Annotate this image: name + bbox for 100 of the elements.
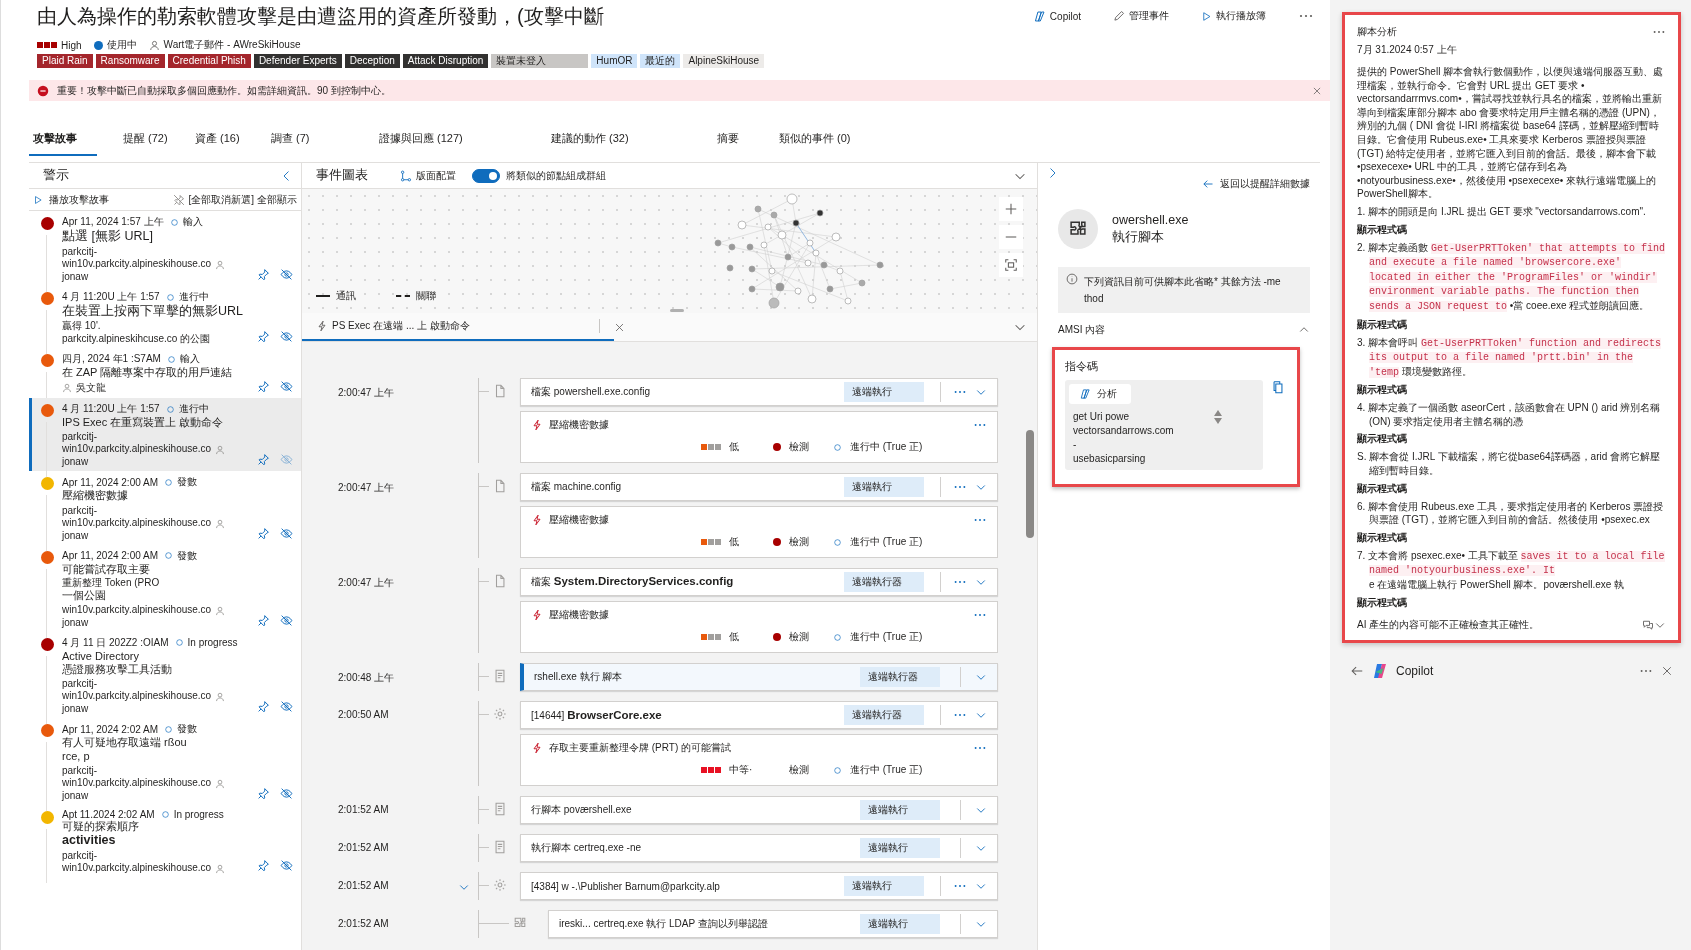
scroll-up-icon[interactable] [1214,410,1223,416]
scroll-down-icon[interactable] [1214,418,1223,424]
action-button[interactable]: 執行播放簿 [1201,9,1266,23]
graph-node[interactable] [777,230,787,240]
graph-node[interactable] [768,297,780,309]
zoom-out-button[interactable] [999,225,1023,249]
graph-node[interactable] [764,223,772,231]
alert-card[interactable]: 壓縮機密數據 低 檢測 進行中 (True 正) [520,601,998,653]
hide-icon[interactable] [280,526,293,540]
tab[interactable]: 提醒 (72) [119,125,191,156]
graph-node[interactable] [786,193,798,205]
graph-node[interactable] [826,285,834,293]
graph-node[interactable] [726,264,734,272]
alert-card[interactable]: 壓縮機密數據 低 檢測 進行中 (True 正) [520,506,998,558]
zoom-in-button[interactable] [999,197,1023,221]
tab[interactable]: 調查 (7) [267,125,375,156]
action-button[interactable]: Copilot [1032,9,1081,23]
event-row[interactable]: ireski... certreq.exe 執行 LDAP 查詢以列舉認證 遠端執行 [548,910,998,938]
alert-card[interactable]: 壓縮機密數據 低 檢測 進行中 (True 正) [520,411,998,463]
play-story-link[interactable]: 播放攻擊故事 [33,192,109,207]
close-icon[interactable] [614,321,625,333]
hide-icon[interactable] [280,613,293,627]
graph-node[interactable] [784,253,792,261]
pin-icon[interactable] [257,700,270,714]
close-icon[interactable] [1312,85,1322,96]
fit-view-button[interactable] [999,253,1023,277]
copy-icon[interactable] [1271,380,1285,394]
graph-node[interactable] [806,239,814,247]
hide-icon[interactable] [280,858,293,872]
analyze-button[interactable]: 分析 [1069,384,1131,404]
event-row[interactable]: 檔案 machine.config 遠端執行 [520,473,998,501]
graph-node[interactable] [816,209,824,217]
show-code-link[interactable]: 顯示程式碼 [1357,432,1407,447]
graph-node[interactable] [737,220,747,230]
resize-handle[interactable] [669,309,684,312]
pin-icon[interactable] [257,613,270,627]
graph-node[interactable] [770,211,778,219]
show-code-link[interactable]: 顯示程式碼 [1357,222,1407,237]
graph-node[interactable] [714,239,722,247]
graph-node[interactable] [775,282,785,292]
graph-node[interactable] [807,294,817,304]
pin-icon[interactable] [257,380,270,394]
graph-node[interactable] [760,241,768,249]
event-row[interactable]: 執行腳本 certreq.exe -ne 遠端執行 [520,834,998,862]
graph-node[interactable] [754,205,762,213]
alert-detail: jonaw [62,616,90,629]
graph-node[interactable] [858,279,866,287]
unselect-all-link[interactable]: [全部取消新選] [188,192,254,207]
graph-node[interactable] [728,243,736,251]
graph-node[interactable] [804,259,812,267]
graph-node[interactable] [768,267,776,275]
pin-icon[interactable] [257,786,270,800]
hide-icon[interactable] [280,786,293,800]
tab[interactable]: 資產 (16) [191,125,267,156]
hide-icon[interactable] [280,330,293,343]
graph-node[interactable] [876,261,884,269]
hide-icon[interactable] [280,268,293,281]
action-button[interactable]: 管理事件 [1113,9,1169,23]
tab[interactable]: 證據與回應 (127) [375,125,547,156]
layout-button[interactable]: 版面配置 [400,168,456,183]
pin-icon[interactable] [257,526,270,540]
feedback-icon[interactable] [1642,618,1654,631]
graph-node[interactable] [748,265,756,273]
unpin-icon[interactable] [173,193,186,206]
graph-node[interactable] [836,267,844,275]
event-row[interactable]: 檔案 powershell.exe.config 遠端執行 [520,378,998,406]
graph-node[interactable] [844,297,852,305]
event-row[interactable]: 行腳本 poværshell.exe 遠端執行 [520,796,998,824]
show-all-link[interactable]: 全部顯示 [257,192,297,207]
tab[interactable]: 攻擊故事 [29,125,97,156]
event-row[interactable]: rshell.exe 執行 腳本 遠端執行器 [520,663,998,691]
event-title: rshell.exe 執行 腳本 [534,670,624,684]
event-row[interactable]: [4384] w -.\Publisher Barnum@parkcity.alp 遠端執行 [520,872,998,900]
alert-card[interactable]: 存取主要重新整理令牌 (PRT) 的可能嘗試 中等· 檢測 進行中 (True 正) [520,734,998,786]
show-code-link[interactable]: 顯示程式碼 [1357,317,1407,332]
group-toggle[interactable] [472,168,500,183]
show-code-link[interactable]: 顯示程式碼 [1357,595,1407,610]
hide-icon[interactable] [280,700,293,714]
show-code-link[interactable]: 顯示程式碼 [1357,530,1407,545]
graph-node[interactable] [748,285,756,293]
graph-node[interactable] [831,232,841,242]
pin-icon[interactable] [257,453,270,467]
tab[interactable]: 摘要 [713,125,775,156]
hide-icon[interactable] [280,380,293,394]
event-row[interactable]: 檔案 System.DirectoryServices.config 遠端執行器 [520,568,998,596]
graph-node[interactable] [812,249,820,257]
graph-node[interactable] [792,219,800,227]
tab[interactable]: 建議的動作 (32) [547,125,713,156]
pin-icon[interactable] [257,268,270,281]
back-link[interactable]: 返回以提醒詳細數據 [1202,177,1310,191]
show-code-link[interactable]: 顯示程式碼 [1357,383,1407,398]
close-icon[interactable] [1661,664,1673,677]
graph-node[interactable] [746,243,754,251]
event-row[interactable]: [14644] BrowserCore.exe 遠端執行器 [520,701,998,729]
show-code-link[interactable]: 顯示程式碼 [1357,481,1407,496]
pin-icon[interactable] [257,330,270,343]
graph-node[interactable] [794,287,802,295]
pin-icon[interactable] [257,858,270,872]
graph-node[interactable] [820,261,828,269]
tab[interactable]: 類似的事件 (0) [775,125,895,156]
